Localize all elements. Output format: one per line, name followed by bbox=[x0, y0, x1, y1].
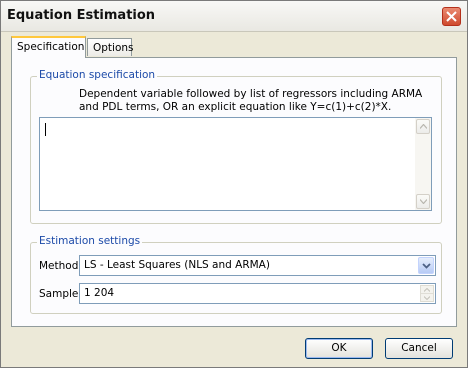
text-caret bbox=[45, 123, 46, 136]
specification-panel: Equation specification Dependent variabl… bbox=[11, 57, 457, 327]
spinner-up-button[interactable] bbox=[421, 286, 433, 294]
sample-label: Sample: bbox=[39, 288, 82, 300]
estimation-settings-group: Estimation settings Method: LS - Least S… bbox=[30, 235, 442, 314]
arrow-up-icon bbox=[420, 124, 427, 129]
sample-value: 1 204 bbox=[84, 287, 115, 299]
description-line-1: Dependent variable followed by list of r… bbox=[79, 88, 423, 100]
window-title: Equation Estimation bbox=[7, 8, 156, 23]
scroll-up-button[interactable] bbox=[416, 119, 430, 134]
chevron-down-icon bbox=[422, 263, 431, 269]
method-dropdown-button[interactable] bbox=[418, 257, 434, 274]
method-select[interactable]: LS - Least Squares (NLS and ARMA) bbox=[79, 255, 436, 276]
sample-input[interactable]: 1 204 bbox=[79, 283, 436, 304]
arrow-up-icon bbox=[424, 288, 430, 292]
equation-estimation-dialog: Equation Estimation Specification Option… bbox=[0, 0, 468, 368]
equation-description: Dependent variable followed by list of r… bbox=[79, 88, 429, 114]
equation-specification-group: Equation specification Dependent variabl… bbox=[30, 69, 442, 224]
tab-specification[interactable]: Specification bbox=[11, 36, 86, 58]
equation-scrollbar[interactable] bbox=[415, 118, 431, 210]
cancel-button[interactable]: Cancel bbox=[385, 338, 453, 359]
close-icon bbox=[446, 11, 457, 22]
sample-spinner[interactable] bbox=[420, 285, 434, 302]
title-bar: Equation Estimation bbox=[1, 1, 467, 32]
arrow-down-icon bbox=[424, 296, 430, 300]
description-line-2: and PDL terms, OR an explicit equation l… bbox=[79, 101, 392, 113]
arrow-down-icon bbox=[420, 199, 427, 204]
spinner-down-button[interactable] bbox=[421, 294, 433, 301]
ok-button[interactable]: OK bbox=[305, 338, 373, 359]
method-value: LS - Least Squares (NLS and ARMA) bbox=[84, 259, 270, 271]
tab-options[interactable]: Options bbox=[87, 38, 134, 56]
equation-input[interactable] bbox=[39, 117, 432, 211]
scroll-down-button[interactable] bbox=[416, 194, 430, 209]
estimation-settings-label: Estimation settings bbox=[37, 235, 143, 247]
close-button[interactable] bbox=[442, 7, 461, 26]
equation-specification-label: Equation specification bbox=[37, 69, 158, 81]
method-label: Method: bbox=[39, 260, 82, 272]
